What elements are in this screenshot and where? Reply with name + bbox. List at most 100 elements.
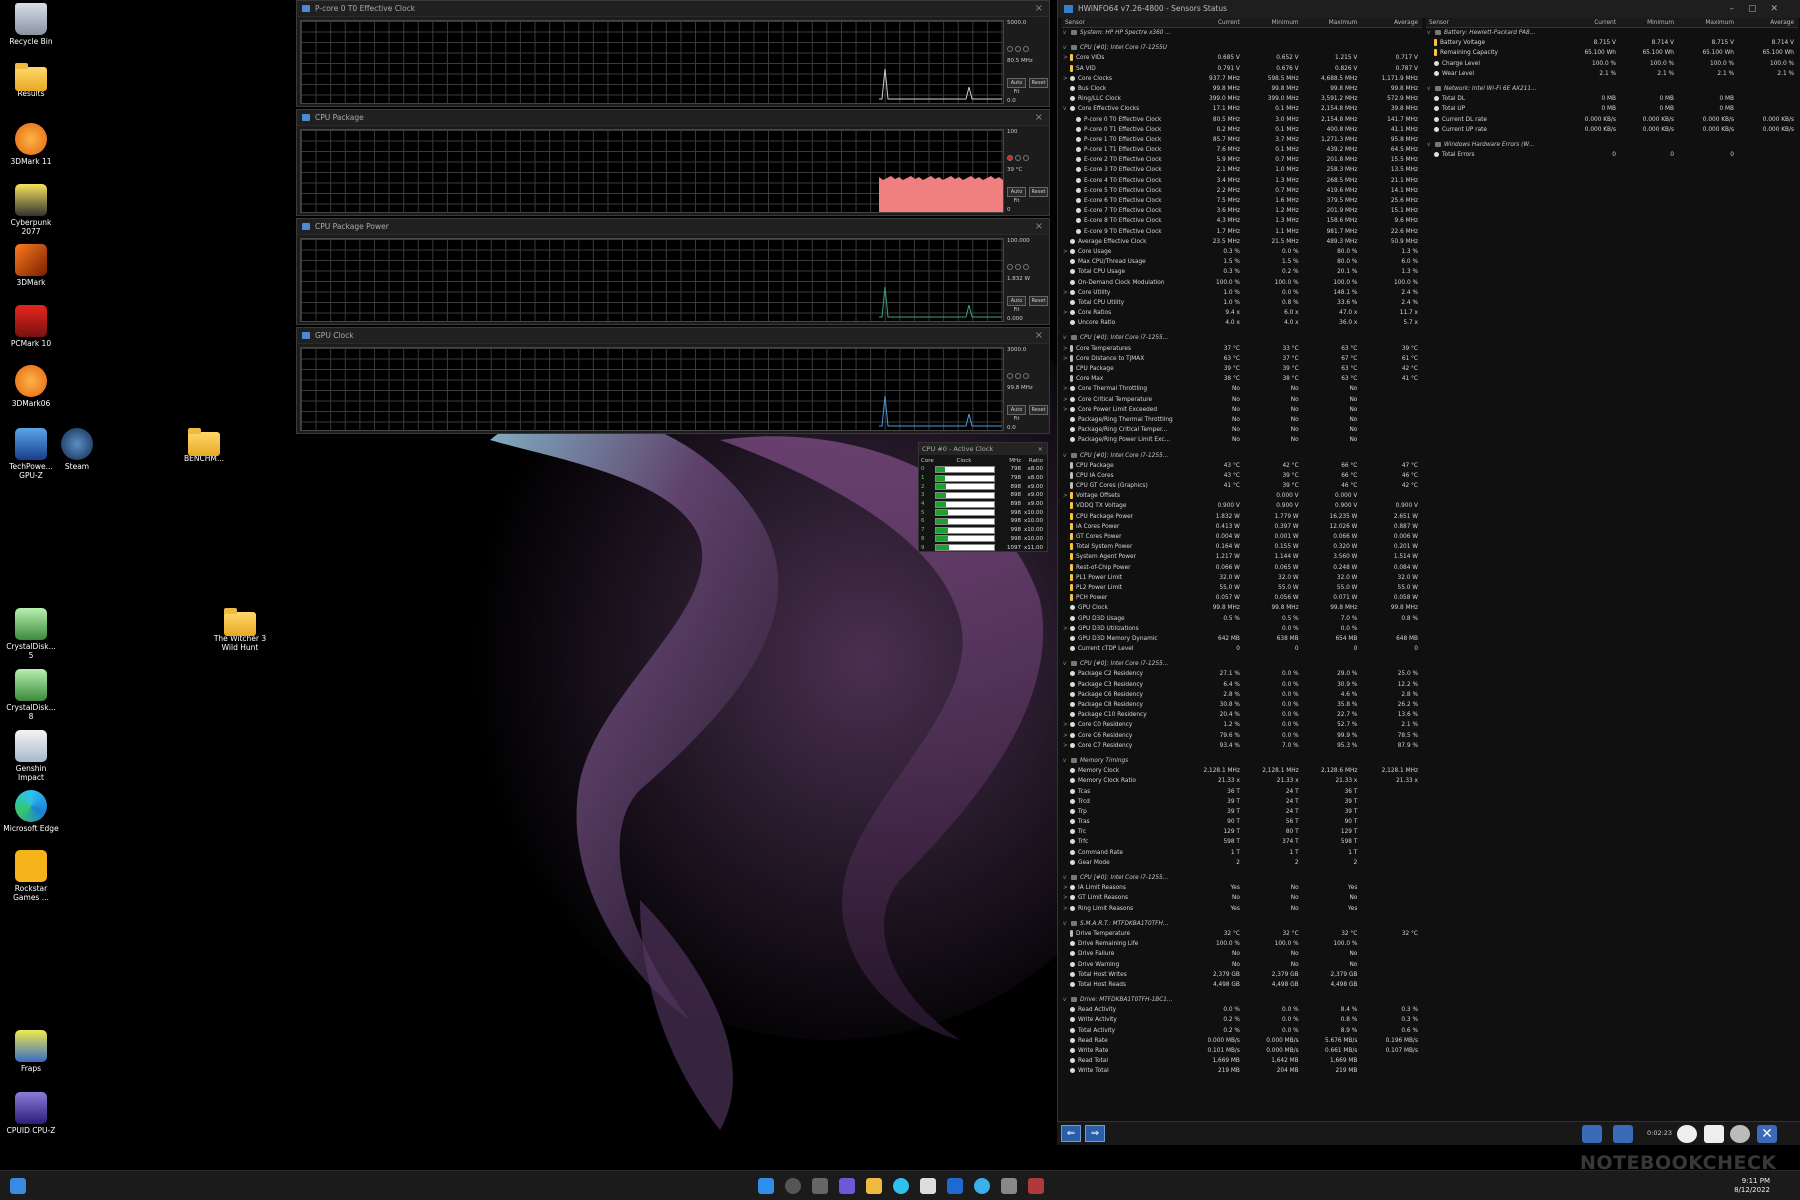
sensor-row[interactable]: > Ring Limit Reasons Yes No Yes <box>1062 904 1422 914</box>
column-current[interactable]: Current <box>1191 18 1244 27</box>
column-average[interactable]: Average <box>1361 18 1422 27</box>
sensor-group[interactable]: v Windows Hardware Errors (W... <box>1426 140 1798 150</box>
sensor-row[interactable]: Max CPU/Thread Usage 1.5 % 1.5 % 80.0 % 6.0 … <box>1062 257 1422 267</box>
desktop-icon[interactable]: Recycle Bin <box>3 3 59 47</box>
column-current[interactable]: Current <box>1562 18 1620 27</box>
column-minimum[interactable]: Minimum <box>1620 18 1678 27</box>
sensor-row[interactable]: CPU GT Cores (Graphics) 41 °C 39 °C 46 °C 42… <box>1062 481 1422 491</box>
collapse-chevron-icon[interactable]: v <box>1063 451 1066 461</box>
sensor-row[interactable]: GPU Clock 99.8 MHz 99.8 MHz 99.8 MHz 99.8 MH… <box>1062 603 1422 613</box>
settings-icon[interactable] <box>1730 1125 1750 1143</box>
sensor-row[interactable]: Average Effective Clock 23.5 MHz 21.5 MHz 4… <box>1062 237 1422 247</box>
benchmark-taskbar-icon[interactable] <box>1028 1178 1044 1194</box>
sensor-row[interactable]: Total Errors 0 0 0 <box>1426 150 1798 160</box>
sensor-row[interactable]: Package C3 Residency 6.4 % 0.0 % 30.9 % 12.2… <box>1062 680 1422 690</box>
desktop-icon[interactable]: The Witcher 3 Wild Hunt <box>212 608 268 652</box>
sensor-row[interactable]: Current cTDP Level 0 0 0 0 <box>1062 644 1422 654</box>
sensor-group[interactable]: v System: HP HP Spectre x360 ... <box>1062 28 1422 38</box>
sensor-group[interactable]: v Network: Intel Wi-Fi 6E AX211... <box>1426 84 1798 94</box>
collapse-chevron-icon[interactable]: v <box>1427 140 1430 150</box>
sensor-row[interactable]: P-core 1 T1 Effective Clock 7.6 MHz 0.1 MH… <box>1062 145 1422 155</box>
sensor-row[interactable]: VDDQ TX Voltage 0.900 V 0.900 V 0.900 V 0.90… <box>1062 501 1422 511</box>
sensor-row[interactable]: > Core C0 Residency 1.2 % 0.0 % 52.7 % 2.1 % <box>1062 720 1422 730</box>
color-dot-icon[interactable] <box>1015 46 1021 52</box>
color-dot-icon[interactable] <box>1007 264 1013 270</box>
sensor-row[interactable]: System Agent Power 1.217 W 1.144 W 3.560 W 1… <box>1062 552 1422 562</box>
expand-chevron-icon[interactable]: > <box>1063 904 1068 914</box>
graph-window[interactable]: CPU Package Power × 100.000 1.832 W Auto Fit… <box>296 218 1050 325</box>
sensor-row[interactable]: IA Cores Power 0.413 W 0.397 W 12.026 W 0.88… <box>1062 522 1422 532</box>
file-explorer-icon[interactable] <box>866 1178 882 1194</box>
color-dot-icon[interactable] <box>1015 373 1021 379</box>
report-icon[interactable] <box>1704 1125 1724 1143</box>
sensor-row[interactable]: Memory Clock Ratio 21.33 x 21.33 x 21.33 x 2… <box>1062 776 1422 786</box>
sensor-row[interactable]: Total Host Writes 2,379 GB 2,379 GB 2,379 G… <box>1062 970 1422 980</box>
sensor-row[interactable]: Trcd 39 T 24 T 39 T <box>1062 797 1422 807</box>
sensor-row[interactable]: Total CPU Utility 1.0 % 0.8 % 33.6 % 2.4 % <box>1062 298 1422 308</box>
sensor-row[interactable]: Write Total 219 MB 204 MB 219 MB <box>1062 1066 1422 1076</box>
desktop-icon[interactable]: CrystalDisk... 5 <box>3 608 59 660</box>
collapse-chevron-icon[interactable]: v <box>1063 873 1066 883</box>
color-dot-icon[interactable] <box>1023 264 1029 270</box>
sensor-row[interactable]: Write Rate 0.101 MB/s 0.000 MB/s 0.661 MB/s… <box>1062 1046 1422 1056</box>
sensor-row[interactable]: > Core Temperatures 37 °C 33 °C 63 °C 39 °C <box>1062 344 1422 354</box>
sensor-row[interactable]: v Core Effective Clocks 17.1 MHz 0.1 MHz 2,1… <box>1062 104 1422 114</box>
sensor-row[interactable]: E-core 3 T0 Effective Clock 2.1 MHz 1.0 MH… <box>1062 165 1422 175</box>
start-icon[interactable] <box>758 1178 774 1194</box>
expand-chevron-icon[interactable]: v <box>1063 104 1066 114</box>
sensor-row[interactable]: Package/Ring Critical Temper... No No No <box>1062 425 1422 435</box>
sensor-row[interactable]: E-core 7 T0 Effective Clock 3.6 MHz 1.2 MH… <box>1062 206 1422 216</box>
sensor-row[interactable]: CPU IA Cores 43 °C 39 °C 66 °C 46 °C <box>1062 471 1422 481</box>
graph-color-dots[interactable] <box>1007 154 1031 162</box>
column-maximum[interactable]: Maximum <box>1678 18 1738 27</box>
sensor-row[interactable]: Trp 39 T 24 T 39 T <box>1062 807 1422 817</box>
collapse-chevron-icon[interactable]: v <box>1063 756 1066 766</box>
sensor-row[interactable]: > Core VIDs 0.685 V 0.652 V 1.215 V 0.717 V <box>1062 53 1422 63</box>
sensor-row[interactable]: Battery Voltage 8.715 V 8.714 V 8.715 V 8.71… <box>1426 38 1798 48</box>
sensor-row[interactable]: Package C6 Residency 2.8 % 0.0 % 4.6 % 2.8 % <box>1062 690 1422 700</box>
sensor-row[interactable]: P-core 1 T0 Effective Clock 85.7 MHz 3.7 M… <box>1062 135 1422 145</box>
close-icon[interactable]: × <box>1035 219 1043 235</box>
sensor-group[interactable]: v CPU [#0]: Intel Core i7-1255... <box>1062 873 1422 883</box>
steam-taskbar-icon[interactable] <box>974 1178 990 1194</box>
desktop-icon[interactable]: 3DMark 11 <box>3 123 59 167</box>
sensor-row[interactable]: Gear Mode 2 2 2 <box>1062 858 1422 868</box>
desktop-icon[interactable]: Steam <box>49 428 105 472</box>
auto-fit-button[interactable]: Auto Fit <box>1007 187 1026 204</box>
sensor-row[interactable]: Rest-of-Chip Power 0.066 W 0.065 W 0.248 W 0… <box>1062 563 1422 573</box>
sensor-row[interactable]: PL1 Power Limit 32.0 W 32.0 W 32.0 W 32.0 W <box>1062 573 1422 583</box>
reset-button[interactable]: Reset <box>1029 78 1048 88</box>
sensor-row[interactable]: > Core Power Limit Exceeded No No No <box>1062 405 1422 415</box>
desktop-icon[interactable]: Cyberpunk 2077 <box>3 184 59 236</box>
collapse-chevron-icon[interactable]: v <box>1063 28 1066 38</box>
sensor-row[interactable]: Package/Ring Thermal Throttling No No No <box>1062 415 1422 425</box>
sensor-row[interactable]: E-core 4 T0 Effective Clock 3.4 MHz 1.3 MH… <box>1062 176 1422 186</box>
sensor-row[interactable]: Tcas 36 T 24 T 36 T <box>1062 787 1422 797</box>
sensor-row[interactable]: > Core Usage 0.3 % 0.0 % 80.0 % 1.3 % <box>1062 247 1422 257</box>
collapse-chevron-icon[interactable]: v <box>1063 995 1066 1005</box>
sensor-row[interactable]: CPU Package Power 1.832 W 1.779 W 16.235 W 2… <box>1062 512 1422 522</box>
column-sensor[interactable]: Sensor <box>1062 18 1191 27</box>
auto-fit-button[interactable]: Auto Fit <box>1007 405 1026 422</box>
sensor-group[interactable]: v S.M.A.R.T.: MTFDKBA1T0TFH... <box>1062 919 1422 929</box>
expand-chevron-icon[interactable]: > <box>1063 247 1068 257</box>
sensor-row[interactable]: Trc 129 T 80 T 129 T <box>1062 827 1422 837</box>
sensor-row[interactable]: Total DL 0 MB 0 MB 0 MB <box>1426 94 1798 104</box>
sensor-row[interactable]: SA VID 0.791 V 0.676 V 0.826 V 0.787 V <box>1062 64 1422 74</box>
sensor-row[interactable]: Ring/LLC Clock 399.0 MHz 399.0 MHz 3,591.2 … <box>1062 94 1422 104</box>
auto-fit-button[interactable]: Auto Fit <box>1007 78 1026 95</box>
close-icon[interactable]: × <box>1035 328 1043 344</box>
sensor-row[interactable]: Bus Clock 99.8 MHz 99.8 MHz 99.8 MHz 99.8 MH… <box>1062 84 1422 94</box>
sensor-row[interactable]: GPU D3D Memory Dynamic 642 MB 638 MB 654 MB… <box>1062 634 1422 644</box>
expand-chevron-icon[interactable]: > <box>1063 308 1068 318</box>
sensor-row[interactable]: Uncore Ratio 4.0 x 4.0 x 36.0 x 5.7 x <box>1062 318 1422 328</box>
color-dot-icon[interactable] <box>1007 373 1013 379</box>
expand-chevron-icon[interactable]: > <box>1063 624 1068 634</box>
sensor-row[interactable]: GPU D3D Usage 0.5 % 0.5 % 7.0 % 0.8 % <box>1062 614 1422 624</box>
clock-icon[interactable] <box>1677 1125 1697 1143</box>
expand-chevron-icon[interactable]: > <box>1063 731 1068 741</box>
sensor-row[interactable]: Memory Clock 2,128.1 MHz 2,128.1 MHz 2,128.… <box>1062 766 1422 776</box>
system-clock[interactable]: 9:11 PM 8/12/2022 <box>1734 1177 1770 1195</box>
graph-color-dots[interactable] <box>1007 45 1031 53</box>
sensor-row[interactable]: > GT Limit Reasons No No No <box>1062 893 1422 903</box>
